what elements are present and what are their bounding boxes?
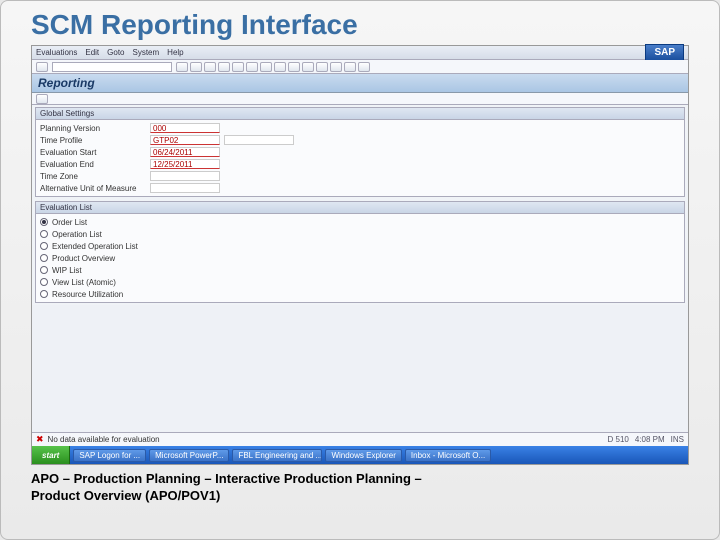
- status-system: D 510: [608, 435, 629, 444]
- radio-label: Resource Utilization: [52, 290, 123, 299]
- back-icon[interactable]: [190, 62, 202, 72]
- menu-edit[interactable]: Edit: [85, 48, 99, 57]
- menu-system[interactable]: System: [133, 48, 160, 57]
- planning-version-input[interactable]: 000: [150, 123, 220, 133]
- menu-goto[interactable]: Goto: [107, 48, 124, 57]
- sap-logo: SAP: [645, 44, 684, 61]
- status-mode: INS: [671, 435, 684, 444]
- layout-icon[interactable]: [344, 62, 356, 72]
- field-label: Alternative Unit of Measure: [40, 184, 150, 193]
- menu-evaluations[interactable]: Evaluations: [36, 48, 77, 57]
- cancel-icon[interactable]: [218, 62, 230, 72]
- evaluation-list-header: Evaluation List: [36, 202, 684, 214]
- timezone-input[interactable]: [150, 171, 220, 181]
- enter-icon[interactable]: [36, 62, 48, 72]
- field-label: Evaluation End: [40, 160, 150, 169]
- status-time: 4:08 PM: [635, 435, 665, 444]
- field-label: Planning Version: [40, 124, 150, 133]
- taskbar-item[interactable]: Inbox - Microsoft O...: [405, 449, 491, 462]
- standard-toolbar: [32, 60, 688, 74]
- status-message: No data available for evaluation: [48, 435, 160, 444]
- taskbar-item[interactable]: FBL Engineering and ...: [232, 449, 322, 462]
- global-settings-panel: Global Settings Planning Version 000 Tim…: [35, 107, 685, 197]
- radio-label: Operation List: [52, 230, 102, 239]
- error-icon: ✖: [36, 434, 44, 445]
- field-label: Time Zone: [40, 172, 150, 181]
- status-bar: ✖ No data available for evaluation D 510…: [32, 432, 688, 446]
- next-page-icon[interactable]: [302, 62, 314, 72]
- save-icon[interactable]: [176, 62, 188, 72]
- radio-label: View List (Atomic): [52, 278, 116, 287]
- execute-icon[interactable]: [36, 94, 48, 104]
- menu-help[interactable]: Help: [167, 48, 183, 57]
- radio-ext-operation-list[interactable]: [40, 242, 48, 250]
- field-label: Time Profile: [40, 136, 150, 145]
- radio-label: WIP List: [52, 266, 82, 275]
- taskbar-item[interactable]: SAP Logon for ...: [73, 449, 146, 462]
- windows-taskbar: start SAP Logon for ... Microsoft PowerP…: [32, 446, 688, 464]
- taskbar-item[interactable]: Windows Explorer: [325, 449, 401, 462]
- global-settings-header: Global Settings: [36, 108, 684, 120]
- radio-product-overview[interactable]: [40, 254, 48, 262]
- time-profile-input[interactable]: GTP02: [150, 135, 220, 145]
- eval-start-input[interactable]: 06/24/2011: [150, 147, 220, 157]
- radio-label: Extended Operation List: [52, 242, 138, 251]
- content-area: [32, 305, 688, 432]
- start-button[interactable]: start: [32, 446, 70, 464]
- command-field[interactable]: [52, 62, 172, 72]
- prev-page-icon[interactable]: [288, 62, 300, 72]
- taskbar-item[interactable]: Microsoft PowerP...: [149, 449, 229, 462]
- alt-uom-input[interactable]: [150, 183, 220, 193]
- app-toolbar: [32, 93, 688, 105]
- radio-label: Product Overview: [52, 254, 115, 263]
- find-next-icon[interactable]: [260, 62, 272, 72]
- eval-end-input[interactable]: 12/25/2011: [150, 159, 220, 169]
- first-page-icon[interactable]: [274, 62, 286, 72]
- create-session-icon[interactable]: [330, 62, 342, 72]
- slide-title: SCM Reporting Interface: [31, 9, 689, 41]
- print-icon[interactable]: [232, 62, 244, 72]
- screen-title: Reporting: [32, 74, 688, 93]
- help-icon[interactable]: [358, 62, 370, 72]
- radio-resource-util[interactable]: [40, 290, 48, 298]
- time-profile-input-2[interactable]: [224, 135, 294, 145]
- exit-icon[interactable]: [204, 62, 216, 72]
- breadcrumb: APO – Production Planning – Interactive …: [31, 471, 689, 505]
- evaluation-list-panel: Evaluation List Order List Operation Lis…: [35, 201, 685, 303]
- field-label: Evaluation Start: [40, 148, 150, 157]
- radio-wip-list[interactable]: [40, 266, 48, 274]
- radio-view-list[interactable]: [40, 278, 48, 286]
- last-page-icon[interactable]: [316, 62, 328, 72]
- menu-bar: Evaluations Edit Goto System Help SAP: [32, 46, 688, 60]
- radio-order-list[interactable]: [40, 218, 48, 226]
- radio-label: Order List: [52, 218, 87, 227]
- find-icon[interactable]: [246, 62, 258, 72]
- sap-gui-window: Evaluations Edit Goto System Help SAP: [31, 45, 689, 465]
- radio-operation-list[interactable]: [40, 230, 48, 238]
